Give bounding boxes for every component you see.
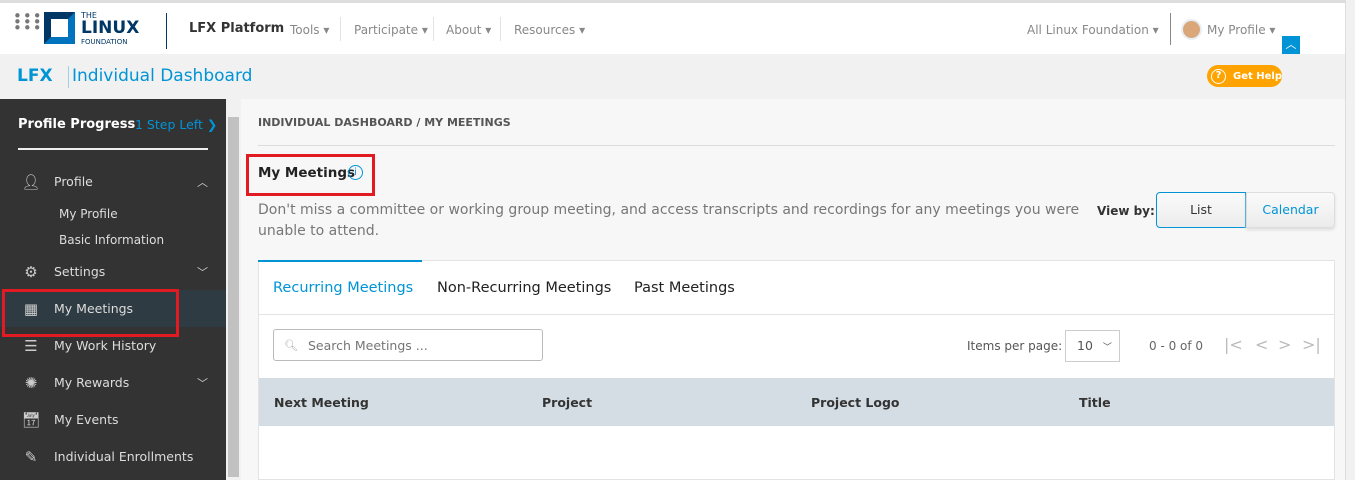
sidebar-item-settings[interactable]: ⚙ Settings ﹀ [0,253,226,290]
org-select[interactable]: All Linux Foundation ▾ [1027,23,1159,37]
lfx-logo: LFX [17,66,53,86]
my-profile-menu[interactable]: My Profile ▾ [1207,23,1275,37]
info-icon[interactable]: i [348,165,363,180]
dashboard-title: Individual Dashboard [72,66,253,86]
first-page-icon[interactable]: |< [1224,335,1243,354]
column-next-meeting[interactable]: Next Meeting [274,395,369,410]
search-icon: 🔍︎ [284,338,298,352]
tab-past[interactable]: Past Meetings [634,280,735,296]
menu-resources[interactable]: Resources ▾ [514,23,585,37]
highlight-sidebar-meetings [2,289,179,337]
search-input[interactable] [307,337,528,353]
avatar[interactable] [1181,19,1202,40]
page-title: My Meetings [258,165,356,181]
pagination-range: 0 - 0 of 0 [1149,339,1204,353]
top-navigation: ••• ••• ••• THE LINUX FOUNDATION LFX Platf… [0,0,1345,54]
menu-about[interactable]: About ▾ [446,23,491,37]
get-help-button[interactable]: ? Get Help [1207,65,1282,87]
sidebar-subitem-basic-info[interactable]: Basic Information [59,233,164,247]
items-per-page-select[interactable]: 10 ﹀ [1065,330,1120,362]
next-page-icon[interactable]: > [1278,335,1291,354]
column-project-logo[interactable]: Project Logo [811,395,900,410]
menu-tools[interactable]: Tools ▾ [290,23,329,37]
platform-title[interactable]: LFX Platform [189,21,284,36]
steps-left-link[interactable]: 1 Step Left ❯ [135,117,217,132]
gear-icon: ⚙ [24,262,38,281]
items-per-page-label: Items per page: [967,339,1063,353]
breadcrumb: INDIVIDUAL DASHBOARD / MY MEETINGS [258,116,511,129]
menu-participate[interactable]: Participate ▾ [354,23,428,37]
sidebar-item-events[interactable]: 📅︎ My Events [0,401,226,438]
view-list-button[interactable]: List [1156,192,1246,228]
column-title[interactable]: Title [1079,395,1111,410]
profile-progress-label: Profile Progress [18,117,136,132]
linux-foundation-logo[interactable]: THE LINUX FOUNDATION [44,11,144,47]
list-icon: ☰ [24,336,38,355]
badge-icon: ✺ [24,373,38,392]
sidebar-item-profile[interactable]: 👤︎ Profile ︿ [0,163,226,200]
user-icon: 👤︎ [21,172,41,191]
sidebar-item-enrollments[interactable]: ✎ Individual Enrollments [0,438,226,475]
event-icon: 📅︎ [21,410,41,429]
tab-recurring[interactable]: Recurring Meetings [273,280,413,296]
chevron-down-icon: ﹀ [1102,343,1112,353]
apps-grid-icon[interactable]: ••• ••• ••• [13,9,43,36]
view-calendar-button[interactable]: Calendar [1246,192,1335,228]
meetings-panel [258,260,1335,480]
sub-header: LFX Individual Dashboard ? Get Help [0,54,1345,99]
form-edit-icon: ✎ [24,447,38,466]
last-page-icon[interactable]: >| [1302,335,1321,354]
sidebar-scrollbar[interactable] [226,99,241,480]
sidebar-subitem-my-profile[interactable]: My Profile [59,207,118,221]
view-by-label: View by: [1097,204,1155,218]
page-description: Don't miss a committee or working group … [258,202,1080,239]
sidebar-item-rewards[interactable]: ✺ My Rewards ﹀ [0,364,226,401]
column-project[interactable]: Project [542,395,592,410]
collapse-up-button[interactable]: ︿ [1282,36,1300,54]
table-header [259,378,1334,426]
page-scrollbar[interactable] [1345,0,1355,480]
search-field[interactable]: 🔍︎ [273,329,543,361]
tab-non-recurring[interactable]: Non-Recurring Meetings [437,280,611,296]
prev-page-icon[interactable]: < [1255,335,1268,354]
question-icon: ? [1211,68,1226,84]
